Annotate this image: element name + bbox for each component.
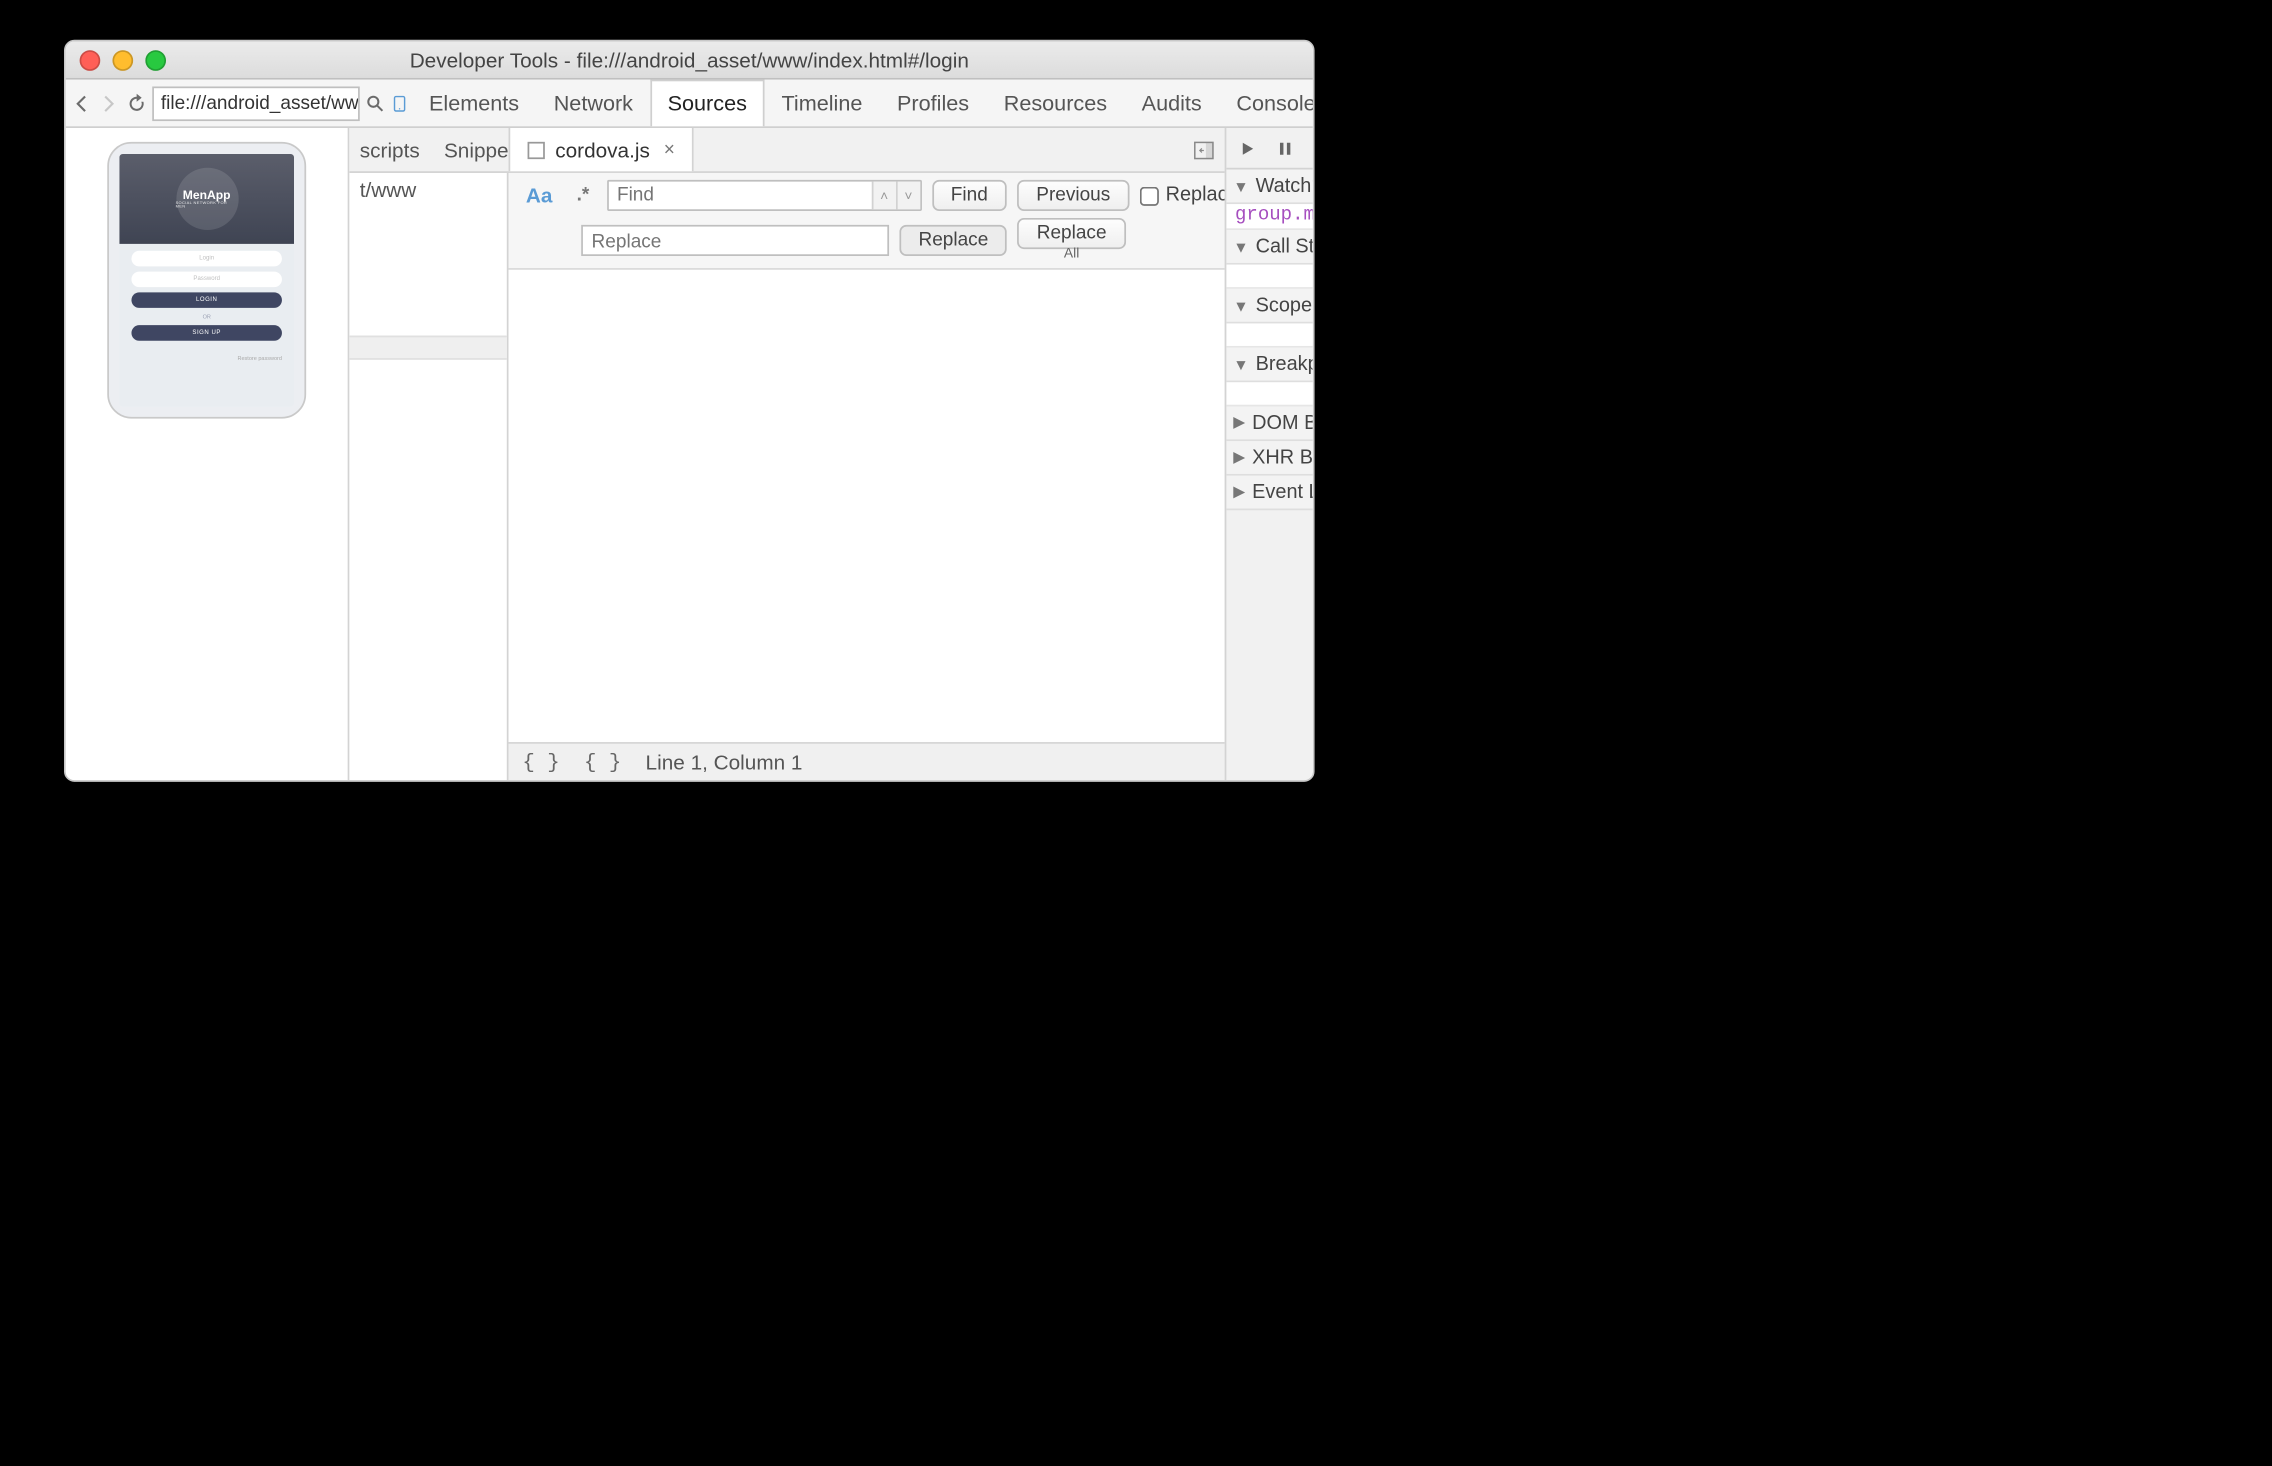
- app-logo: MenApp SOCIAL NETWORK FOR MEN: [176, 168, 238, 230]
- titlebar: Developer Tools - file:///android_asset/…: [66, 42, 1313, 80]
- sources-subbar: scripts Snippets cordova.js ×: [349, 128, 1224, 173]
- device-frame: MenApp SOCIAL NETWORK FOR MEN Login Pass…: [107, 142, 306, 419]
- search-icon[interactable]: [363, 91, 387, 115]
- sources-panel: scripts Snippets cordova.js ×: [349, 128, 1224, 780]
- window-controls: [80, 49, 166, 70]
- password-field[interactable]: Password: [131, 272, 281, 288]
- tab-audits[interactable]: Audits: [1124, 80, 1219, 127]
- tab-timeline[interactable]: Timeline: [764, 80, 880, 127]
- format-icon[interactable]: { }: [584, 750, 621, 774]
- minimize-window-button[interactable]: [112, 49, 133, 70]
- file-tab-cordova[interactable]: cordova.js ×: [509, 128, 694, 171]
- scope-body: [1226, 323, 1312, 347]
- section-event-listeners[interactable]: ▶Event Liste: [1226, 476, 1312, 511]
- tab-resources[interactable]: Resources: [986, 80, 1124, 127]
- tab-console[interactable]: Console: [1219, 80, 1315, 127]
- app-tagline: SOCIAL NETWORK FOR MEN: [176, 202, 238, 209]
- login-field[interactable]: Login: [131, 251, 281, 267]
- address-bar[interactable]: file:///android_asset/www: [152, 86, 360, 121]
- find-input[interactable]: [608, 182, 871, 210]
- find-input-wrap: ˄ ˅: [607, 180, 922, 211]
- navigator-row[interactable]: t/www: [349, 173, 506, 208]
- replace-all-extra: All: [1064, 247, 1079, 261]
- find-prev-step-icon[interactable]: ˄: [871, 182, 895, 210]
- code-editor[interactable]: [509, 270, 1225, 742]
- find-replace-bar: Aa .* ˄ ˅ Find Previo: [509, 173, 1225, 270]
- find-button[interactable]: Find: [932, 180, 1007, 211]
- replace-checkbox[interactable]: [1140, 186, 1159, 205]
- section-scope[interactable]: ▼Scope: [1226, 289, 1312, 324]
- section-breakpoints[interactable]: ▼Breakpoint: [1226, 348, 1312, 383]
- tab-sources[interactable]: Sources: [650, 80, 764, 127]
- navigator-selection: [349, 336, 506, 360]
- tab-elements[interactable]: Elements: [412, 80, 537, 127]
- toolbar: file:///android_asset/www Elements Netwo…: [66, 80, 1313, 128]
- device-preview-pane: MenApp SOCIAL NETWORK FOR MEN Login Pass…: [66, 128, 350, 780]
- or-divider: OR: [131, 313, 281, 320]
- editor-statusbar: { } { } Line 1, Column 1: [509, 742, 1225, 780]
- panel-tabs: Elements Network Sources Timeline Profil…: [412, 80, 1315, 127]
- cursor-position: Line 1, Column 1: [646, 750, 803, 774]
- device-icon[interactable]: [391, 91, 408, 115]
- replace-all-button[interactable]: Replace: [1018, 218, 1126, 249]
- regex-icon[interactable]: .*: [570, 185, 597, 206]
- login-button[interactable]: LOGIN: [131, 292, 281, 308]
- subtab-scripts[interactable]: scripts: [360, 138, 420, 162]
- section-callstack[interactable]: ▼Call Stack: [1226, 230, 1312, 265]
- reload-button[interactable]: [125, 86, 149, 121]
- section-dom-breakpoints[interactable]: ▶DOM Break: [1226, 406, 1312, 441]
- find-next-step-icon[interactable]: ˅: [895, 182, 919, 210]
- pause-icon[interactable]: [1275, 138, 1296, 159]
- breakpoints-body: [1226, 382, 1312, 406]
- restore-password-link[interactable]: Restore password: [119, 348, 294, 369]
- match-case-icon[interactable]: Aa: [519, 183, 559, 207]
- close-tab-icon[interactable]: ×: [664, 139, 675, 160]
- section-watch[interactable]: ▼Watch: [1226, 170, 1312, 205]
- debugger-sidebar: ▼Watch group.mem ▼Call Stack ▼Scope ▼Bre…: [1225, 128, 1313, 780]
- devtools-window: Developer Tools - file:///android_asset/…: [64, 40, 1315, 782]
- tab-network[interactable]: Network: [536, 80, 650, 127]
- replace-input-wrap: [581, 224, 889, 255]
- window-title: Developer Tools - file:///android_asset/…: [66, 48, 1313, 72]
- back-button[interactable]: [69, 86, 93, 121]
- find-stepper: ˄ ˅: [871, 182, 919, 210]
- address-text: file:///android_asset/www: [161, 93, 360, 114]
- callstack-body: [1226, 265, 1312, 289]
- zoom-window-button[interactable]: [145, 49, 166, 70]
- file-icon: [528, 141, 545, 158]
- tab-profiles[interactable]: Profiles: [880, 80, 987, 127]
- replace-input[interactable]: [583, 227, 887, 255]
- replace-button[interactable]: Replace: [899, 224, 1007, 255]
- resume-icon[interactable]: [1237, 138, 1258, 159]
- previous-button[interactable]: Previous: [1017, 180, 1129, 211]
- forward-button[interactable]: [97, 86, 121, 121]
- main: MenApp SOCIAL NETWORK FOR MEN Login Pass…: [66, 128, 1313, 780]
- close-window-button[interactable]: [80, 49, 101, 70]
- app-name: MenApp: [183, 189, 231, 201]
- signup-button[interactable]: SIGN UP: [131, 325, 281, 341]
- debugger-controls: [1226, 128, 1312, 170]
- watch-expression[interactable]: group.mem: [1226, 204, 1312, 230]
- file-tab-label: cordova.js: [555, 138, 650, 162]
- section-xhr-breakpoints[interactable]: ▶XHR Break: [1226, 441, 1312, 476]
- device-screen: MenApp SOCIAL NETWORK FOR MEN Login Pass…: [119, 154, 294, 407]
- pretty-print-icon[interactable]: { }: [522, 750, 559, 774]
- toggle-drawer-icon[interactable]: [1183, 128, 1225, 171]
